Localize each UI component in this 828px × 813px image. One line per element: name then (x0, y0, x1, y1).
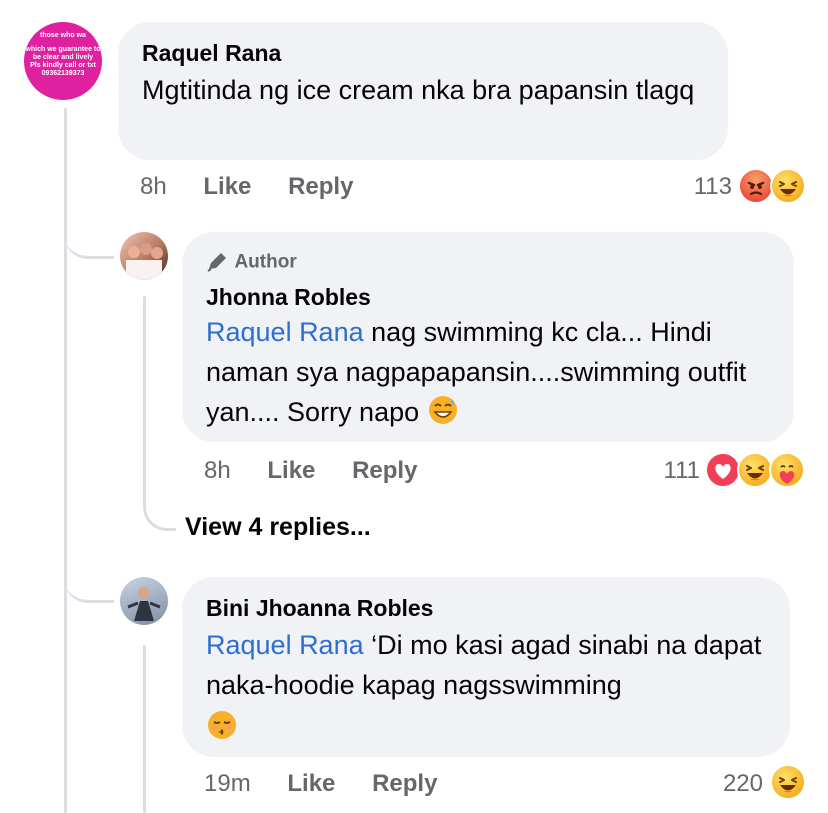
comment-bubble: Raquel Rana Mgtitinda ng ice cream nka b… (118, 22, 728, 160)
comment-text: Mgtitinda ng ice cream nka bra papansin … (142, 75, 695, 105)
avatar[interactable] (120, 232, 168, 280)
reply-bubble: Bini Jhoanna Robles Raquel Rana ‘Di mo k… (182, 577, 790, 757)
reply-button[interactable]: Reply (352, 457, 417, 484)
reply-meta: 19m Like Reply (204, 770, 437, 798)
care-icon[interactable] (769, 452, 805, 488)
reply-author[interactable]: Bini Jhoanna Robles (206, 595, 433, 622)
avatar-text: which we guarantee to (25, 46, 101, 53)
mention-link[interactable]: Raquel Rana (206, 630, 364, 660)
thread-curve-reply2 (64, 544, 114, 603)
view-replies-link[interactable]: View 4 replies... (185, 513, 371, 542)
reply-button[interactable]: Reply (288, 173, 353, 200)
reply-text: Raquel Rana nag swimming kc cla... Hindi… (206, 312, 776, 432)
author-badge: Author (206, 250, 297, 277)
reply-bubble: Author Jhonna Robles Raquel Rana nag swi… (182, 232, 794, 442)
thread-line-reply2 (143, 645, 146, 813)
like-button[interactable]: Like (267, 457, 315, 484)
author-badge-label: Author (234, 251, 297, 273)
comment-author[interactable]: Raquel Rana (142, 40, 281, 67)
thread-line-reply1 (143, 296, 146, 504)
thread-curve-view-replies (143, 480, 176, 531)
timestamp[interactable]: 19m (204, 770, 251, 797)
reaction-count[interactable]: 220 (705, 770, 763, 798)
timestamp[interactable]: 8h (204, 457, 231, 484)
kissing-emoji (206, 709, 238, 741)
sweat-smile-emoji (427, 394, 459, 426)
avatar-text: those who wa (40, 32, 86, 39)
reaction-count[interactable]: 113 (680, 173, 732, 201)
haha-icon[interactable] (737, 452, 773, 488)
comment-meta: 8h Like Reply (140, 173, 353, 201)
avatar[interactable]: those who wa which we guarantee to be cl… (24, 22, 102, 100)
avatar-text: Pls kindly call or txt (30, 62, 96, 69)
haha-icon[interactable] (770, 168, 806, 204)
timestamp[interactable]: 8h (140, 173, 167, 200)
avatar-text: be clear and lively (32, 54, 94, 61)
mention-link[interactable]: Raquel Rana (206, 317, 364, 347)
reply-button[interactable]: Reply (372, 770, 437, 797)
reply-author[interactable]: Jhonna Robles (206, 284, 371, 311)
reaction-count[interactable]: 111 (650, 457, 700, 485)
avatar[interactable] (120, 577, 168, 625)
avatar-text: 09362139373 (41, 70, 85, 77)
reply-meta: 8h Like Reply (204, 457, 417, 485)
like-button[interactable]: Like (203, 173, 251, 200)
pencil-icon (206, 250, 230, 277)
thread-curve-reply1 (64, 200, 114, 259)
like-button[interactable]: Like (287, 770, 335, 797)
love-icon[interactable] (705, 452, 741, 488)
angry-icon[interactable] (738, 168, 774, 204)
reply-text: Raquel Rana ‘Di mo kasi agad sinabi na d… (206, 625, 776, 741)
haha-icon[interactable] (770, 764, 806, 800)
